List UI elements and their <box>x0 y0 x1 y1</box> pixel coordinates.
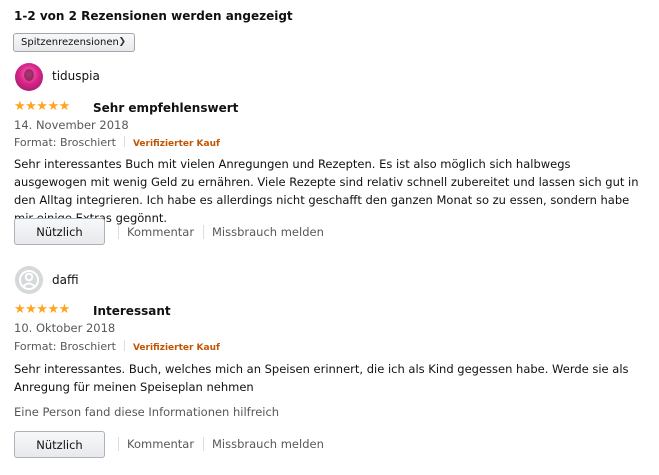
format-label[interactable]: Format: Broschiert <box>14 136 116 149</box>
verified-purchase-badge: Verifizierter Kauf <box>132 343 220 353</box>
helpful-button[interactable]: Nützlich <box>14 431 105 458</box>
format-label[interactable]: Format: Broschiert <box>14 340 116 353</box>
star-rating[interactable]: ★★★★★ <box>14 302 70 317</box>
sort-selected-value: Spitzenrezensionen <box>21 37 119 48</box>
review-title[interactable]: Sehr empfehlenswert <box>93 101 238 115</box>
reviewer-name[interactable]: daffi <box>52 273 79 287</box>
divider <box>203 225 204 239</box>
avatar[interactable] <box>15 63 43 91</box>
helpful-button[interactable]: Nützlich <box>14 218 105 245</box>
review-body: Sehr interessantes Buch mit vielen Anreg… <box>14 157 639 225</box>
divider <box>203 437 204 451</box>
reviewer-name[interactable]: tiduspia <box>52 69 100 83</box>
report-abuse-link[interactable]: Missbrauch melden <box>212 225 324 239</box>
review-count-summary: 1-2 von 2 Rezensionen werden angezeigt <box>14 9 293 23</box>
star-rating[interactable]: ★★★★★ <box>14 99 70 114</box>
divider <box>123 136 125 147</box>
comment-link[interactable]: Kommentar <box>127 225 194 239</box>
default-user-icon <box>15 266 43 294</box>
review-date: 10. Oktober 2018 <box>14 321 116 335</box>
comment-link[interactable]: Kommentar <box>127 437 194 451</box>
chevron-down-icon: ❯ <box>118 37 126 47</box>
divider <box>118 437 119 451</box>
report-abuse-link[interactable]: Missbrauch melden <box>212 437 324 451</box>
review-format: Format: Broschiert Verifizierter Kauf <box>14 340 220 353</box>
review-body: Sehr interessantes. Buch, welches mich a… <box>14 362 629 394</box>
divider <box>118 225 119 239</box>
review-date: 14. November 2018 <box>14 118 129 132</box>
helpful-count-note: Eine Person fand diese Informationen hil… <box>14 405 280 419</box>
divider <box>123 340 125 351</box>
review-title[interactable]: Interessant <box>93 304 171 318</box>
verified-purchase-badge: Verifizierter Kauf <box>132 139 220 149</box>
sort-dropdown[interactable]: Spitzenrezensionen ❯ <box>13 33 135 52</box>
avatar[interactable] <box>15 266 43 294</box>
review-format: Format: Broschiert Verifizierter Kauf <box>14 136 220 149</box>
